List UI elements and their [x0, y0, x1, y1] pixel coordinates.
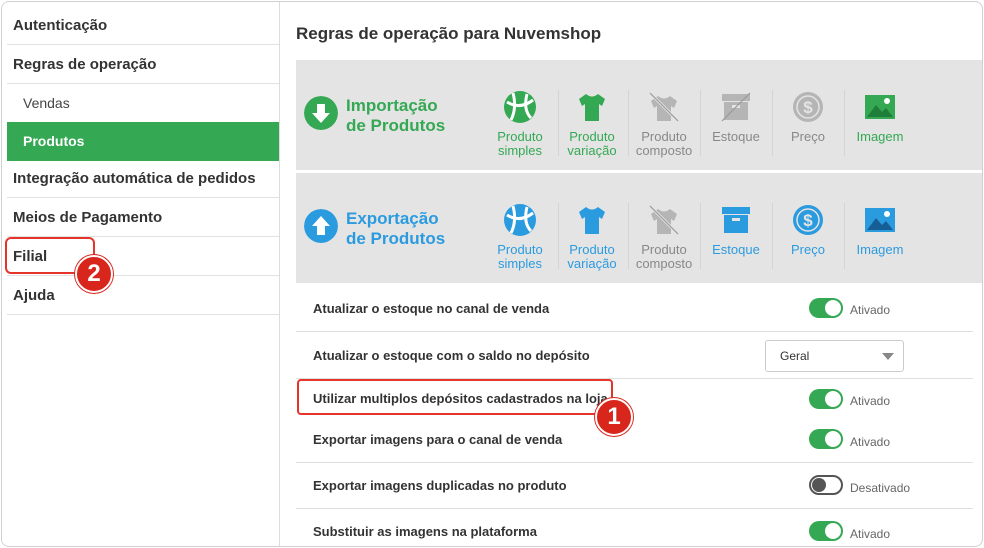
import-title: Importação de Produtos — [346, 96, 445, 136]
step-badge-2: 2 — [75, 255, 113, 293]
app-window: Autenticação Regras de operação Vendas P… — [1, 1, 983, 547]
setting-label: Atualizar o estoque no canal de venda — [313, 301, 550, 316]
export-tile-imagem[interactable]: Imagem — [846, 203, 914, 257]
import-products-band: Importação de Produtos Produto simples P… — [296, 60, 982, 170]
tile-divider — [844, 203, 845, 269]
toggle-state-label: Ativado — [850, 303, 891, 317]
tile-label-line2: composto — [635, 143, 693, 158]
tile-label-line1: Estoque — [712, 129, 760, 144]
toggle-switch[interactable] — [809, 475, 843, 495]
import-title-line2: de Produtos — [346, 116, 446, 135]
sidebar-item-regras-de-operacao[interactable]: Regras de operação — [7, 45, 279, 84]
tile-label-line1: Produto — [497, 129, 543, 144]
composite-shirt-icon — [648, 204, 680, 236]
ball-icon — [504, 91, 536, 123]
select-value: Geral — [780, 349, 810, 363]
sidebar-item-autenticacao[interactable]: Autenticação — [7, 6, 279, 45]
sidebar-item-ajuda[interactable]: Ajuda — [7, 276, 279, 315]
toggle-switch[interactable] — [809, 389, 843, 409]
export-products-band: Exportação de Produtos Produto simples P — [296, 173, 982, 283]
toggle-state-label: Ativado — [850, 394, 891, 408]
tile-label-line2: composto — [635, 256, 693, 271]
import-tile-produto-variacao[interactable]: Produto variação — [558, 90, 626, 158]
sidebar-item-produtos[interactable]: Produtos — [7, 122, 279, 161]
setting-row: Atualizar o estoque no canal de venda At… — [296, 285, 973, 332]
shirt-icon — [579, 94, 605, 121]
export-tile-produto-variacao[interactable]: Produto variação — [558, 203, 626, 271]
download-arrow-icon — [304, 96, 338, 130]
tile-divider — [628, 203, 629, 269]
toggle-switch[interactable] — [809, 521, 843, 541]
export-title: Exportação de Produtos — [346, 209, 445, 249]
setting-label: Exportar imagens duplicadas no produto — [313, 478, 567, 493]
tile-label-line2: simples — [497, 256, 543, 271]
export-tile-produto-composto[interactable]: Produto composto — [630, 203, 698, 271]
sidebar-item-vendas[interactable]: Vendas — [7, 84, 279, 123]
tile-label-line1: Imagem — [856, 129, 904, 144]
import-tile-produto-composto[interactable]: Produto composto — [630, 90, 698, 158]
tile-divider — [700, 203, 701, 269]
multi-deposit-highlight-box — [297, 379, 613, 415]
import-tile-produto-simples[interactable]: Produto simples — [486, 90, 554, 158]
import-tile-estoque[interactable]: Estoque — [702, 90, 770, 144]
setting-row: Exportar imagens duplicadas no produto D… — [296, 463, 973, 509]
shirt-icon — [579, 207, 605, 234]
svg-text:$: $ — [803, 98, 813, 117]
export-tile-produto-simples[interactable]: Produto simples — [486, 203, 554, 271]
import-tile-preco[interactable]: $ Preço — [774, 90, 842, 144]
deposit-select[interactable]: Geral — [765, 340, 904, 372]
tile-label-line1: Estoque — [712, 242, 760, 257]
import-title-line1: Importação — [346, 96, 438, 115]
tile-divider — [844, 90, 845, 156]
tile-label-line1: Produto — [641, 242, 687, 257]
dollar-icon: $ — [793, 92, 823, 122]
export-title-line1: Exportação — [346, 209, 439, 228]
tile-divider — [628, 90, 629, 156]
box-icon — [721, 92, 751, 122]
setting-row: Substituir as imagens na plataforma Ativ… — [296, 509, 973, 546]
chevron-down-icon — [882, 353, 894, 360]
toggle-state-label: Desativado — [850, 481, 911, 495]
tile-label-line2: simples — [497, 143, 543, 158]
image-icon — [865, 95, 895, 119]
tile-label-line1: Imagem — [856, 242, 904, 257]
setting-label: Atualizar o estoque com o saldo no depós… — [313, 348, 590, 363]
image-icon — [865, 208, 895, 232]
export-tile-estoque[interactable]: Estoque — [702, 203, 770, 257]
ball-icon — [504, 204, 536, 236]
tile-label-line2: variação — [567, 143, 617, 158]
export-title-line2: de Produtos — [346, 229, 446, 248]
toggle-state-label: Ativado — [850, 527, 891, 541]
import-tile-imagem[interactable]: Imagem — [846, 90, 914, 144]
setting-row: Exportar imagens para o canal de venda A… — [296, 417, 973, 463]
export-tile-preco[interactable]: $ Preço — [774, 203, 842, 257]
tile-divider — [700, 90, 701, 156]
tile-label-line2: variação — [567, 256, 617, 271]
upload-arrow-icon — [304, 209, 338, 243]
tile-label-line1: Produto — [641, 129, 687, 144]
tile-divider — [772, 203, 773, 269]
tile-label-line1: Preço — [791, 129, 825, 144]
tile-label-line1: Preço — [791, 242, 825, 257]
composite-shirt-icon — [648, 91, 680, 123]
setting-label: Substituir as imagens na plataforma — [313, 524, 537, 539]
sidebar: Autenticação Regras de operação Vendas P… — [2, 2, 280, 546]
tile-label-line1: Produto — [569, 129, 615, 144]
tile-label-line1: Produto — [569, 242, 615, 257]
tile-label-line1: Produto — [497, 242, 543, 257]
toggle-switch[interactable] — [809, 298, 843, 318]
box-icon — [722, 207, 750, 233]
sidebar-item-meios-de-pagamento[interactable]: Meios de Pagamento — [7, 198, 279, 237]
setting-label: Exportar imagens para o canal de venda — [313, 432, 563, 447]
sidebar-item-integracao-pedidos[interactable]: Integração automática de pedidos — [7, 159, 279, 198]
tile-divider — [772, 90, 773, 156]
dollar-icon: $ — [793, 205, 823, 235]
svg-text:$: $ — [803, 211, 813, 230]
toggle-state-label: Ativado — [850, 435, 891, 449]
toggle-switch[interactable] — [809, 429, 843, 449]
page-title: Regras de operação para Nuvemshop — [296, 24, 602, 43]
main-panel: Regras de operação para Nuvemshop Import… — [281, 2, 982, 546]
